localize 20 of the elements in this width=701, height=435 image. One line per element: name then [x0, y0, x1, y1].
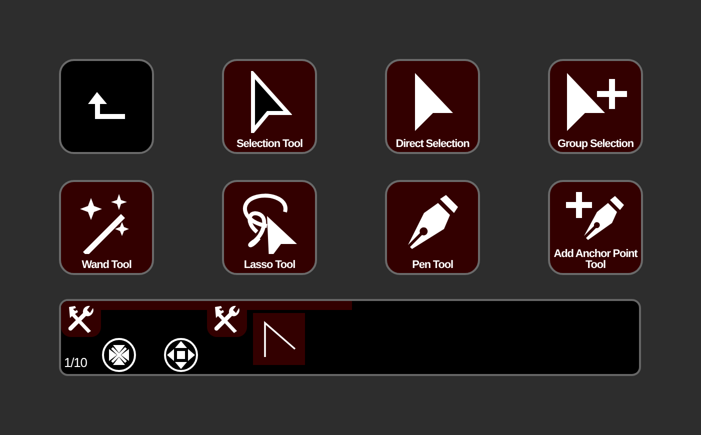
tool-button[interactable]: Lasso Tool: [222, 180, 317, 275]
move-arrows-icon: [162, 337, 199, 373]
tool-slot[interactable]: [253, 313, 305, 365]
tool-button[interactable]: Add Anchor Point Tool: [548, 180, 643, 275]
tool-button[interactable]: Wand Tool: [59, 180, 154, 275]
tool-button[interactable]: Selection Tool: [222, 59, 317, 154]
tools-tab[interactable]: [207, 301, 247, 337]
move-button[interactable]: [162, 337, 199, 373]
tools-icon: [66, 304, 96, 334]
tools-tab[interactable]: [61, 301, 101, 337]
angle-line-icon: [261, 319, 297, 359]
tools-icon: [212, 304, 242, 334]
tool-button[interactable]: Pen Tool: [385, 180, 480, 275]
back-button[interactable]: [59, 59, 154, 154]
pen-nib-icon: [408, 195, 458, 251]
tool-button[interactable]: Direct Selection: [385, 59, 480, 154]
page-indicator: 1/10: [64, 355, 87, 370]
collapse-arrows-icon: [100, 337, 137, 373]
tool-button[interactable]: Group Selection: [548, 59, 643, 154]
collapse-button[interactable]: [100, 337, 137, 373]
